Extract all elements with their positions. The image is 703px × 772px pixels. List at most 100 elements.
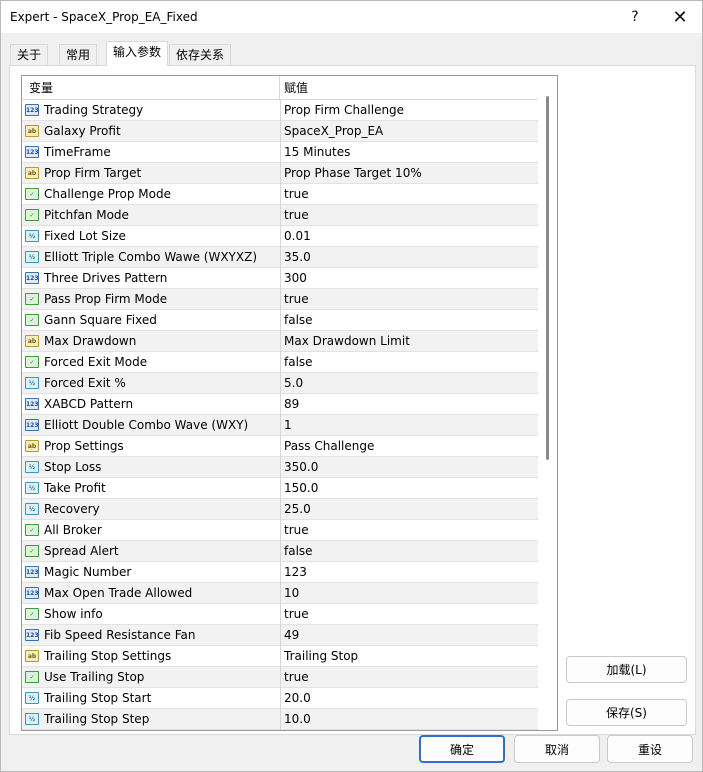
parameter-value[interactable]: 15 Minutes: [284, 142, 534, 162]
parameter-row[interactable]: ✓ Pitchfan Mode true: [22, 205, 538, 226]
column-divider: [280, 205, 281, 226]
parameter-value[interactable]: 35.0: [284, 247, 534, 267]
parameter-value[interactable]: true: [284, 184, 534, 204]
parameter-row[interactable]: 123 XABCD Pattern 89: [22, 394, 538, 415]
parameter-row[interactable]: 123 Magic Number 123: [22, 562, 538, 583]
column-divider: [280, 142, 281, 163]
parameter-row[interactable]: 123 Elliott Double Combo Wave (WXY) 1: [22, 415, 538, 436]
parameter-value[interactable]: 123: [284, 562, 534, 582]
parameter-row[interactable]: ✓ Pass Prop Firm Mode true: [22, 289, 538, 310]
column-header-variable[interactable]: 变量: [22, 76, 280, 100]
parameter-value[interactable]: true: [284, 667, 534, 687]
help-button[interactable]: ?: [613, 1, 657, 33]
cancel-button[interactable]: 取消: [514, 735, 600, 763]
parameter-row[interactable]: ✓ Use Trailing Stop true: [22, 667, 538, 688]
column-divider: [280, 121, 281, 142]
parameter-row[interactable]: 123 Three Drives Pattern 300: [22, 268, 538, 289]
parameter-value[interactable]: Trailing Stop: [284, 646, 534, 666]
parameter-name: Prop Firm Target: [44, 166, 142, 180]
parameter-row[interactable]: ab Prop Firm Target Prop Phase Target 10%: [22, 163, 538, 184]
parameter-value[interactable]: Prop Phase Target 10%: [284, 163, 534, 183]
column-divider: [280, 604, 281, 625]
parameter-value[interactable]: true: [284, 520, 534, 540]
boolean-type-icon: ✓: [25, 188, 39, 200]
boolean-type-icon: ✓: [25, 608, 39, 620]
integer-type-icon: 123: [25, 104, 39, 116]
parameter-row[interactable]: ✓ Show info true: [22, 604, 538, 625]
parameter-row[interactable]: ab Max Drawdown Max Drawdown Limit: [22, 331, 538, 352]
boolean-type-icon: ✓: [25, 524, 39, 536]
tab-inputs[interactable]: 输入参数: [106, 41, 169, 66]
parameter-row[interactable]: ½ Take Profit 150.0: [22, 478, 538, 499]
parameter-row[interactable]: ½ Elliott Triple Combo Wawe (WXYXZ) 35.0: [22, 247, 538, 268]
parameter-value[interactable]: 1: [284, 415, 534, 435]
parameter-row[interactable]: ab Trailing Stop Settings Trailing Stop: [22, 646, 538, 667]
string-type-icon: ab: [25, 335, 39, 347]
parameter-row[interactable]: ✓ Spread Alert false: [22, 541, 538, 562]
column-divider: [280, 394, 281, 415]
parameter-value[interactable]: 300: [284, 268, 534, 288]
parameter-value[interactable]: Pass Challenge: [284, 436, 534, 456]
parameter-value[interactable]: 10: [284, 583, 534, 603]
vertical-scrollbar[interactable]: [538, 76, 557, 730]
parameter-value[interactable]: Prop Firm Challenge: [284, 100, 534, 120]
boolean-type-icon: ✓: [25, 293, 39, 305]
string-type-icon: ab: [25, 167, 39, 179]
column-header-value[interactable]: 赋值: [280, 76, 538, 100]
tab-common[interactable]: 常用: [59, 44, 98, 65]
column-divider: [280, 541, 281, 562]
parameter-row[interactable]: ½ Trailing Stop Step 10.0: [22, 709, 538, 730]
parameter-row[interactable]: ✓ Challenge Prop Mode true: [22, 184, 538, 205]
parameter-value[interactable]: 25.0: [284, 499, 534, 519]
parameter-row[interactable]: 123 Trading Strategy Prop Firm Challenge: [22, 100, 538, 121]
parameter-value[interactable]: 20.0: [284, 688, 534, 708]
parameter-row[interactable]: ½ Forced Exit % 5.0: [22, 373, 538, 394]
parameter-value[interactable]: false: [284, 541, 534, 561]
parameter-value[interactable]: false: [284, 352, 534, 372]
parameter-row[interactable]: ½ Trailing Stop Start 20.0: [22, 688, 538, 709]
parameter-name: All Broker: [44, 523, 102, 537]
save-button[interactable]: 保存(S): [566, 699, 687, 726]
parameter-name: Elliott Triple Combo Wawe (WXYXZ): [44, 250, 257, 264]
tab-dependencies[interactable]: 依存关系: [169, 44, 232, 65]
double-type-icon: ½: [25, 503, 39, 515]
boolean-type-icon: ✓: [25, 314, 39, 326]
parameter-value[interactable]: 350.0: [284, 457, 534, 477]
parameter-name: Forced Exit %: [44, 376, 126, 390]
parameter-row[interactable]: ab Galaxy Profit SpaceX_Prop_EA: [22, 121, 538, 142]
boolean-type-icon: ✓: [25, 545, 39, 557]
parameter-value[interactable]: 150.0: [284, 478, 534, 498]
parameter-row[interactable]: ab Prop Settings Pass Challenge: [22, 436, 538, 457]
ok-button[interactable]: 确定: [419, 735, 505, 763]
parameter-row[interactable]: ½ Stop Loss 350.0: [22, 457, 538, 478]
parameter-name: Elliott Double Combo Wave (WXY): [44, 418, 249, 432]
column-divider: [280, 562, 281, 583]
load-button[interactable]: 加载(L): [566, 656, 687, 683]
parameter-value[interactable]: false: [284, 310, 534, 330]
parameter-value[interactable]: 89: [284, 394, 534, 414]
parameter-row[interactable]: 123 TimeFrame 15 Minutes: [22, 142, 538, 163]
parameter-row[interactable]: ½ Recovery 25.0: [22, 499, 538, 520]
reset-button[interactable]: 重设: [607, 735, 693, 763]
parameter-row[interactable]: ✓ Forced Exit Mode false: [22, 352, 538, 373]
parameter-row[interactable]: 123 Max Open Trade Allowed 10: [22, 583, 538, 604]
tab-about[interactable]: 关于: [10, 44, 49, 65]
parameter-value[interactable]: 0.01: [284, 226, 534, 246]
parameter-value[interactable]: 10.0: [284, 709, 534, 729]
parameter-value[interactable]: true: [284, 289, 534, 309]
parameter-value[interactable]: SpaceX_Prop_EA: [284, 121, 534, 141]
parameter-value[interactable]: true: [284, 205, 534, 225]
parameter-name: Magic Number: [44, 565, 132, 579]
parameter-value[interactable]: true: [284, 604, 534, 624]
parameter-value[interactable]: 49: [284, 625, 534, 645]
parameter-row[interactable]: ✓ All Broker true: [22, 520, 538, 541]
close-button[interactable]: ✕: [658, 1, 702, 33]
parameter-row[interactable]: 123 Fib Speed Resistance Fan 49: [22, 625, 538, 646]
parameter-row[interactable]: ✓ Gann Square Fixed false: [22, 310, 538, 331]
parameter-row[interactable]: ½ Fixed Lot Size 0.01: [22, 226, 538, 247]
scrollbar-thumb[interactable]: [546, 96, 549, 460]
parameter-value[interactable]: Max Drawdown Limit: [284, 331, 534, 351]
parameter-value[interactable]: 5.0: [284, 373, 534, 393]
integer-type-icon: 123: [25, 398, 39, 410]
string-type-icon: ab: [25, 125, 39, 137]
